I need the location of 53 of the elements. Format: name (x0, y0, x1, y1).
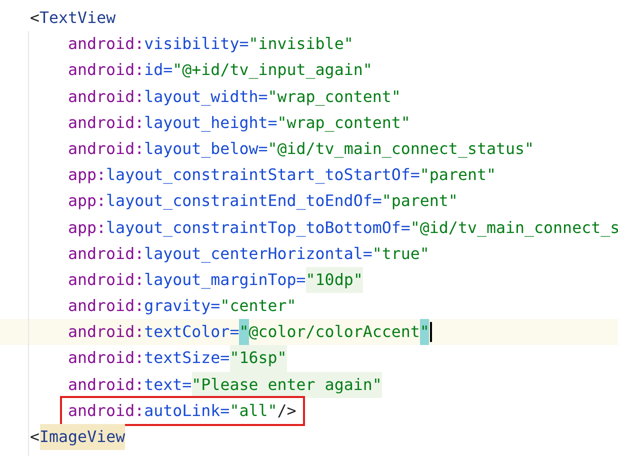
attribute-name: layout_width= (144, 86, 268, 108)
tag-name: ImageView (40, 424, 126, 450)
matched-quote: " (420, 319, 430, 346)
matched-quote: " (239, 319, 249, 346)
attribute-value: "10dp" (306, 266, 363, 294)
attribute-name: layout_height= (144, 112, 278, 134)
attribute-name: autoLink= (144, 400, 230, 422)
attribute-name: gravity= (144, 295, 220, 318)
attribute-value: "Please enter again" (192, 372, 382, 398)
attribute-name: text= (144, 374, 192, 396)
namespace-prefix: android: (68, 321, 144, 344)
attribute-value: "parent" (382, 190, 458, 212)
namespace-prefix: android: (68, 268, 144, 291)
attribute-value: "wrap_content" (268, 86, 401, 108)
namespace-prefix: app: (68, 190, 106, 212)
attribute-value: @color/colorAccent (248, 321, 420, 344)
tag-name: TextView (40, 7, 116, 29)
namespace-prefix: app: (68, 216, 106, 238)
attribute-name: id= (144, 59, 173, 82)
text-caret (430, 322, 432, 342)
attribute-value: "parent" (420, 164, 496, 186)
namespace-prefix: android: (68, 295, 144, 318)
attribute-name: layout_constraintStart_toStartOf= (106, 164, 420, 186)
tag-close: /> (277, 400, 296, 422)
attribute-name: textSize= (144, 347, 230, 370)
namespace-prefix: android: (68, 59, 144, 82)
attribute-name: layout_constraintTop_toBottomOf= (106, 216, 410, 239)
attribute-value: "16sp" (230, 345, 287, 372)
attribute-value: "wrap_content" (277, 112, 410, 134)
attribute-name: textColor= (144, 321, 240, 344)
namespace-prefix: android: (68, 138, 144, 160)
namespace-prefix: android: (68, 86, 144, 108)
attribute-value: "@id/tv_main_connect_s (410, 216, 618, 239)
namespace-prefix: android: (68, 347, 144, 370)
attribute-value: "@+id/tv_input_again" (172, 59, 372, 82)
namespace-prefix: android: (68, 242, 144, 265)
attribute-name: visibility= (144, 33, 249, 56)
attribute-name: layout_marginTop= (144, 268, 306, 291)
attribute-value: "all" (230, 400, 278, 422)
attribute-name: layout_below= (144, 138, 268, 160)
namespace-prefix: android: (68, 374, 144, 396)
attribute-value: "@id/tv_main_connect_status" (268, 138, 534, 160)
namespace-prefix: android: (68, 33, 144, 56)
namespace-prefix: app: (68, 164, 106, 186)
tag-bracket: < (30, 426, 40, 448)
attribute-value: "invisible" (248, 33, 354, 56)
tag-bracket: < (30, 7, 40, 29)
namespace-prefix: android: (68, 400, 144, 422)
attribute-value: "true" (372, 242, 430, 265)
attribute-name: layout_centerHorizontal= (144, 242, 372, 265)
namespace-prefix: android: (68, 112, 144, 134)
attribute-name: layout_constraintEnd_toEndOf= (106, 190, 382, 212)
attribute-value: "center" (220, 295, 296, 318)
